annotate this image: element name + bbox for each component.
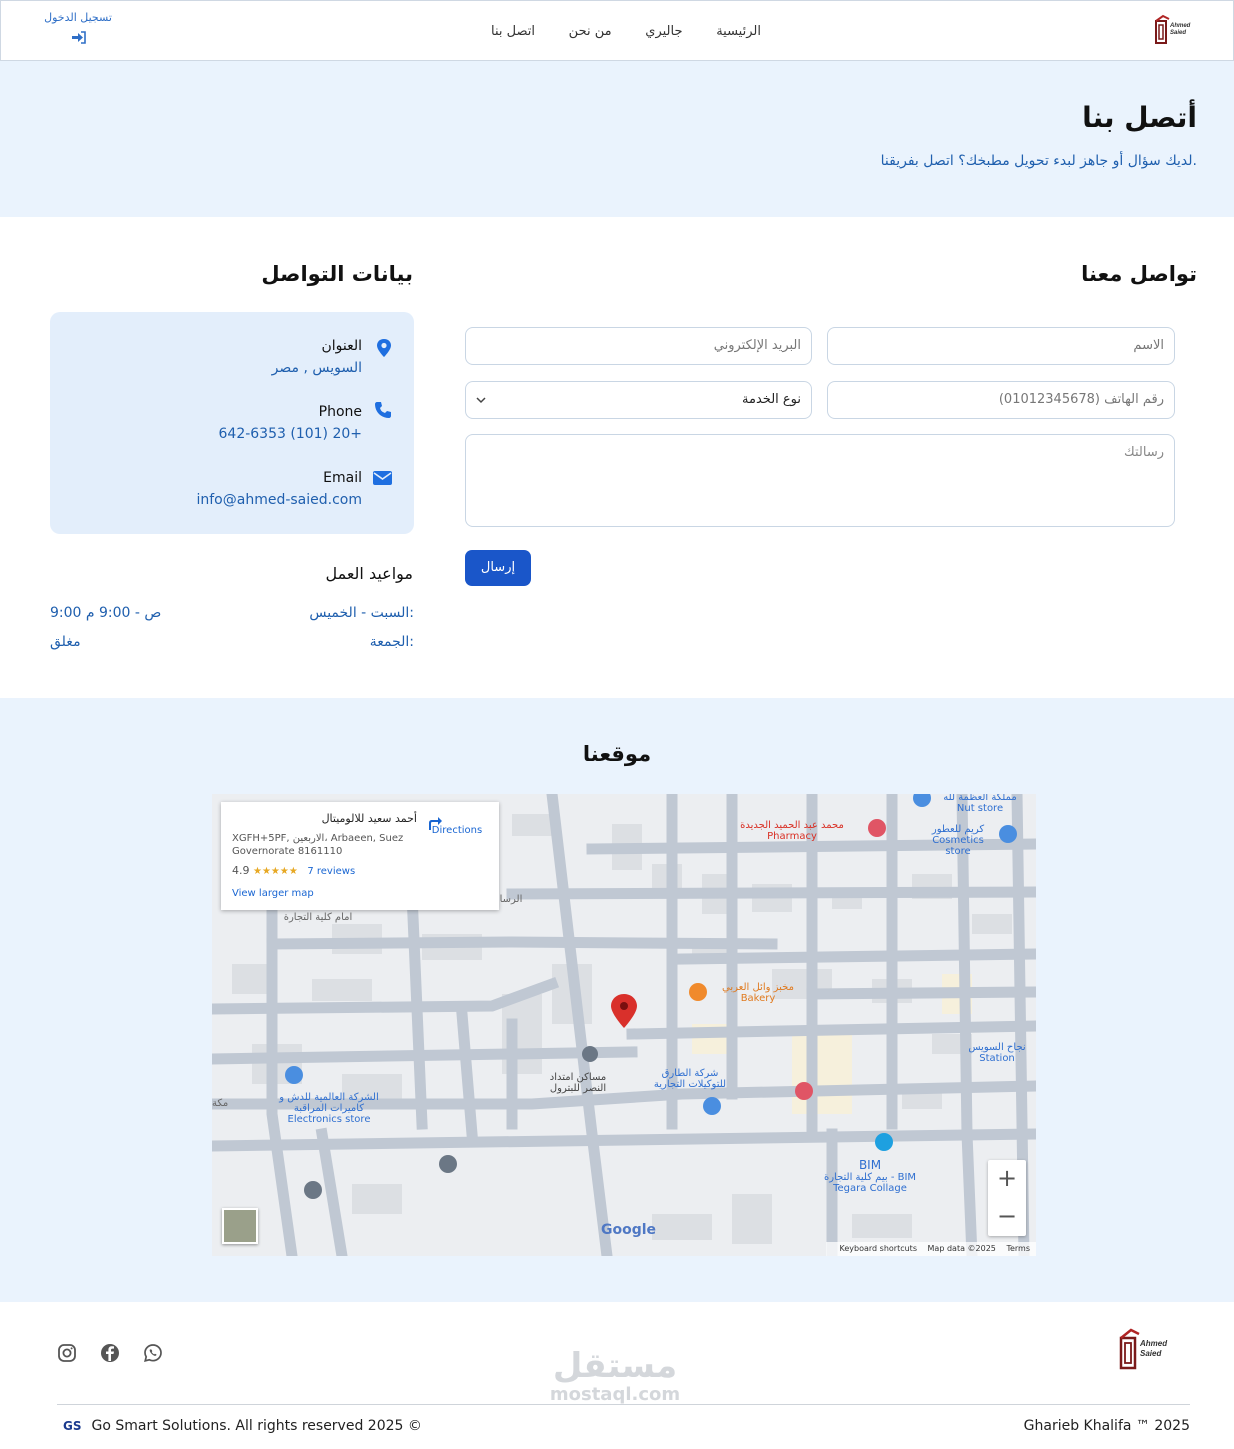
navbar: Ahmed Saied الرئيسية جاليري من نحن اتصل … [0,0,1234,61]
submit-button[interactable]: إرسال [465,550,531,586]
map-label-tariq[interactable]: شركة الطارق للتوكيلات التجارية [642,1068,738,1090]
map-label-nut-store[interactable]: مملكة العظمة لله Nut store [930,794,1030,814]
google-map[interactable]: محمد عبد الحميد الجديدة Pharmacy كريم لل… [212,794,1036,1256]
map-label-bim[interactable]: BIM بيم كلية التجارة - BIM Tegara Collag… [820,1159,920,1194]
page-subtitle: لديك سؤال أو جاهز لبدء تحويل مطبخك؟ اتصل… [880,153,1197,169]
hero-section: أتصل بنا لديك سؤال أو جاهز لبدء تحويل مط… [0,61,1234,217]
rating-value: 4.9 [232,864,250,877]
copyright-text: Go Smart Solutions. All rights reserved … [91,1418,422,1434]
keyboard-shortcuts-link[interactable]: Keyboard shortcuts [840,1244,917,1253]
nav-links: الرئيسية جاليري من نحن اتصل بنا [491,1,761,62]
info-title: بيانات التواصل [261,262,413,286]
watermark-arabic: مستقل [552,1346,678,1386]
footer-logo[interactable]: Ahmed Saied [1117,1326,1175,1372]
address-label: العنوان [321,338,362,354]
address-value: السويس , مصر [271,360,362,376]
nav-link-gallery[interactable]: جاليري [645,24,682,39]
brand-logo[interactable]: Ahmed Saied [1153,13,1193,47]
login-label: تسجيل الدخول [44,11,112,24]
go-smart-logo: GS [63,1419,82,1433]
phone-icon [374,401,392,423]
address-row: العنوان السويس , مصر [272,338,362,376]
hours-time: مغلق [50,634,81,650]
footer-brand-line-1: Ahmed [1139,1339,1168,1348]
map-label-pharmacy[interactable]: محمد عبد الحميد الجديدة Pharmacy [722,820,862,842]
nav-link-contact[interactable]: اتصل بنا [491,24,535,39]
form-title: تواصل معنا [1081,262,1197,286]
message-textarea[interactable]: رسالتك [465,434,1175,527]
location-title: موقعنا [582,742,652,766]
phone-input[interactable]: رقم الهاتف (01012345678) [827,381,1175,419]
place-name: أحمد سعيد للالوميتال [321,812,417,825]
view-larger-map-link[interactable]: View larger map [232,888,314,899]
map-label-rasa: الرسا [499,894,523,905]
whatsapp-icon[interactable] [143,1343,163,1367]
email-label: Email [323,470,362,486]
footer-divider [57,1404,1190,1405]
location-section: موقعنا محمد عبد الحميد الجديدة Pharmacy … [0,698,1234,1302]
nav-link-home[interactable]: الرئيسية [716,24,761,39]
hours-row: السبت - الخميس: 9:00 ص - 9:00 م [50,605,414,625]
rating-stars: ★★★★★ [253,866,298,877]
map-label-station[interactable]: نجاح السويس Station [958,1042,1036,1064]
reviews-link[interactable]: 7 reviews [307,866,355,877]
copyright: GS Go Smart Solutions. All rights reserve… [63,1418,422,1434]
name-input[interactable]: الاسم [827,327,1175,365]
hours-time: 9:00 ص - 9:00 م [50,605,162,621]
brand-line-1: Ahmed [1169,23,1191,29]
map-label-cosmetics[interactable]: كريم للعطور Cosmetics store [920,824,996,857]
login-button[interactable]: تسجيل الدخول [35,11,121,48]
hours-row: الجمعة: مغلق [50,634,414,654]
map-pin-icon [376,338,392,362]
zoom-controls: + − [988,1160,1026,1236]
contact-info-card: العنوان السويس , مصر Phone 642-6353 (101… [50,312,414,534]
email-row: Email info@ahmed-saied.com [196,470,362,508]
envelope-icon [373,470,392,489]
footer: Ahmed Saied مستقل mostaql.com GS Go Smart… [0,1302,1234,1449]
place-rating-row: 4.9 ★★★★★ 7 reviews [232,864,355,877]
page-title: أتصل بنا [1082,101,1197,134]
brand-line-2: Saied [1170,30,1186,36]
social-links [57,1343,181,1367]
email-input[interactable]: البريد الإلكتروني [465,327,812,365]
hours-day: السبت - الخميس: [309,605,414,621]
place-address: XGFH+5PF, الاربعين، Arbaeen, Suez Govern… [232,833,404,857]
directions-button[interactable]: Directions [426,814,488,836]
phone-row: Phone 642-6353 (101) 20+ [219,404,363,442]
hours-title: مواعيد العمل [325,564,413,583]
zoom-out-button[interactable]: − [988,1198,1026,1236]
service-select[interactable]: نوع الخدمة [465,381,812,419]
phone-value[interactable]: 642-6353 (101) 20+ [219,426,363,442]
map-label-petroleum[interactable]: مساكن امتداد النصر للبترول [538,1072,618,1094]
chevron-down-icon [476,382,486,433]
instagram-icon[interactable] [57,1343,77,1367]
phone-label: Phone [318,404,362,420]
footer-brand-line-2: Saied [1140,1349,1162,1358]
facebook-icon[interactable] [100,1343,120,1367]
email-value[interactable]: info@ahmed-saied.com [196,492,362,508]
map-label-electronics[interactable]: الشركة العالمية للدش و كاميرات المراقبة … [264,1092,394,1125]
mostaql-watermark: مستقل mostaql.com [520,1346,710,1405]
map-place-card: أحمد سعيد للالوميتال XGFH+5PF, الاربعين،… [221,802,499,910]
watermark-english: mostaql.com [549,1384,681,1405]
map-attribution: Keyboard shortcuts Map data ©2025 Terms [825,1242,1036,1256]
directions-icon [429,817,442,830]
map-label-bakery[interactable]: مخبز وائل العربي Bakery [708,982,808,1004]
sign-in-icon [71,29,86,48]
map-data-text: Map data ©2025 [927,1244,996,1253]
satellite-toggle[interactable] [222,1208,258,1244]
nav-link-about[interactable]: من نحن [569,24,612,39]
map-label-edge: مكة [212,1098,229,1109]
zoom-in-button[interactable]: + [988,1160,1026,1198]
map-label-commerce: امام كلية التجارة [283,912,353,923]
google-logo: Google [601,1222,657,1238]
service-select-value: نوع الخدمة [742,392,801,407]
developer-credit: Gharieb Khalifa ™ 2025 [1023,1418,1190,1434]
terms-link[interactable]: Terms [1006,1244,1030,1253]
hours-day: الجمعة: [369,634,414,650]
